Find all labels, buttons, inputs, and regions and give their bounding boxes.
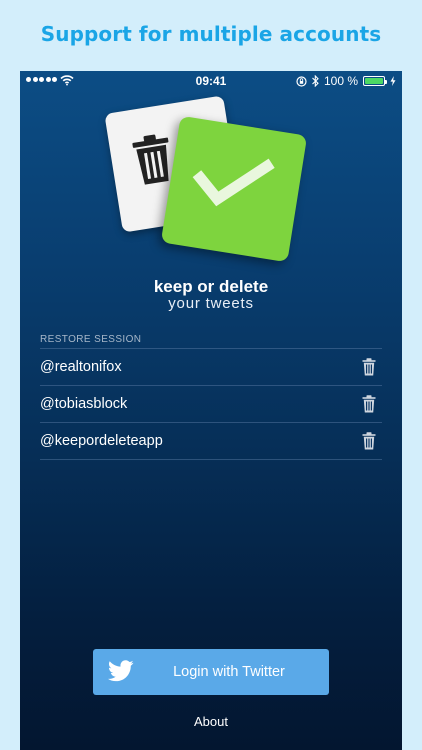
trash-icon[interactable] xyxy=(362,432,376,450)
trash-icon[interactable] xyxy=(362,358,376,376)
account-handle: @realtonifox xyxy=(40,359,122,375)
about-link[interactable]: About xyxy=(20,714,402,729)
account-row-tobiasblock[interactable]: @tobiasblock xyxy=(40,386,382,423)
app-logo xyxy=(104,95,313,269)
app-title: keep or delete xyxy=(153,277,269,296)
charging-bolt-icon xyxy=(390,76,396,86)
login-with-twitter-button[interactable]: Login with Twitter xyxy=(93,649,329,695)
trash-icon[interactable] xyxy=(362,395,376,413)
status-bar: 09:41 100 % xyxy=(20,71,402,91)
check-icon xyxy=(192,158,275,207)
phone-screen: 09:41 100 % keep or delete your tweets R… xyxy=(20,71,402,750)
restore-session-label: RESTORE SESSION xyxy=(40,334,142,345)
account-row-keepordeleteapp[interactable]: @keepordeleteapp xyxy=(40,423,382,460)
marketing-headline: Support for multiple accounts xyxy=(40,22,382,46)
account-list: @realtonifox @tobiasblock @keepordeletea… xyxy=(40,348,382,460)
battery-icon xyxy=(363,76,387,86)
app-subtitle: your tweets xyxy=(168,295,254,312)
rotation-lock-icon xyxy=(296,75,307,87)
battery-fill xyxy=(365,78,383,84)
battery-percentage: 100 % xyxy=(323,74,358,88)
twitter-bird-icon xyxy=(108,660,134,682)
bluetooth-icon xyxy=(312,75,319,87)
account-handle: @tobiasblock xyxy=(40,396,128,412)
account-row-realtonifox[interactable]: @realtonifox xyxy=(40,349,382,386)
account-handle: @keepordeleteapp xyxy=(40,433,163,449)
